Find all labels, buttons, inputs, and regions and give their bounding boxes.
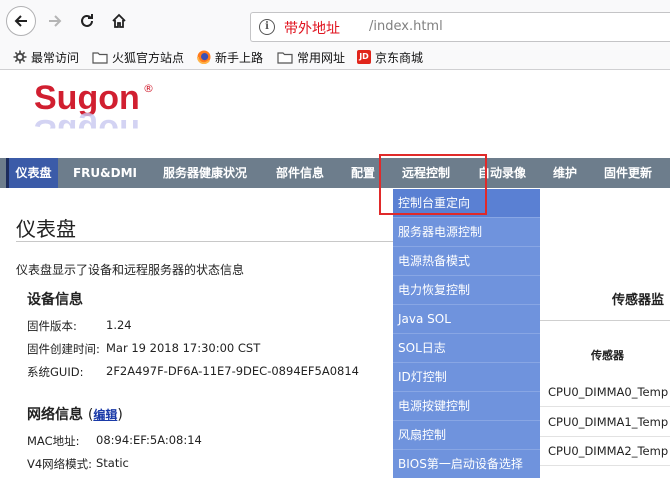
sensor-row[interactable]: CPU0_DIMMA2_Temp: [548, 444, 668, 458]
row-divider: [540, 406, 670, 407]
browser-toolbar: i 带外地址 /index.html: [0, 0, 670, 44]
bookmark-common-sites[interactable]: 常用网址: [277, 48, 345, 66]
mac-address-label: MAC地址:: [27, 434, 80, 448]
arrow-right-icon: [49, 15, 62, 27]
dropdown-id-light-control[interactable]: ID灯控制: [393, 363, 540, 392]
menu-config[interactable]: 配置: [342, 158, 384, 188]
title-divider: [16, 241, 393, 242]
menu-component-info[interactable]: 部件信息: [266, 158, 334, 188]
menu-remote-control[interactable]: 远程控制: [392, 158, 460, 188]
forward-button[interactable]: [40, 6, 70, 36]
menu-auto-record[interactable]: 自动录像: [468, 158, 536, 188]
row-divider: [540, 465, 670, 466]
system-guid-label: 系统GUID:: [27, 365, 84, 379]
menu-dashboard[interactable]: 仪表盘: [6, 158, 58, 188]
folder-icon: [92, 51, 108, 64]
menu-firmware-update[interactable]: 固件更新: [594, 158, 662, 188]
firmware-build-time-value: Mar 19 2018 17:30:00 CST: [106, 341, 261, 355]
dropdown-java-sol[interactable]: Java SOL: [393, 305, 540, 334]
firefox-icon: [197, 50, 211, 64]
firmware-build-time-label: 固件创建时间:: [27, 342, 100, 356]
back-button[interactable]: [6, 6, 36, 36]
bookmark-label: 常用网址: [297, 50, 346, 65]
dropdown-bios-boot-device[interactable]: BIOS第一启动设备选择: [393, 450, 540, 478]
bookmark-firefox-site[interactable]: 火狐官方站点: [92, 48, 184, 66]
bookmark-label: 火狐官方站点: [112, 50, 185, 65]
registered-mark: ®: [143, 82, 154, 95]
bookmarks-bar: 最常访问 火狐官方站点 新手上路 常用网址 JD 京东商城: [0, 44, 670, 70]
bookmark-label: 京东商城: [375, 50, 424, 65]
jd-icon: JD: [357, 50, 371, 64]
system-guid-value: 2F2A497F-DF6A-11E7-9DEC-0894EF5A0814: [106, 364, 359, 378]
page-header: Sugon ® Sugon: [0, 70, 670, 158]
sensor-column-header: 传感器: [591, 349, 624, 362]
dropdown-power-button-control[interactable]: 电源按键控制: [393, 392, 540, 421]
network-info-label: 网络信息: [27, 407, 83, 423]
menu-fru-dmi[interactable]: FRU&DMI: [66, 158, 144, 188]
dropdown-server-power-control[interactable]: 服务器电源控制: [393, 218, 540, 247]
page-description: 仪表盘显示了设备和远程服务器的状态信息: [16, 263, 245, 277]
menu-server-health[interactable]: 服务器健康状况: [152, 158, 258, 188]
url-host: 带外地址: [284, 21, 340, 37]
v4-network-mode-label: V4网络模式:: [27, 457, 93, 471]
firmware-version-value: 1.24: [106, 318, 132, 332]
main-menu: 仪表盘 FRU&DMI 服务器健康状况 部件信息 配置 远程控制 自动录像 维护…: [0, 158, 670, 188]
edit-network-link[interactable]: 编辑: [93, 408, 117, 422]
arrow-left-icon: [14, 15, 27, 27]
v4-network-mode-value: Static: [96, 456, 129, 470]
bookmark-label: 最常访问: [31, 50, 80, 65]
dropdown-power-restore-control[interactable]: 电力恢复控制: [393, 276, 540, 305]
page-title: 仪表盘: [16, 217, 76, 241]
sensor-row[interactable]: CPU0_DIMMA1_Temp: [548, 415, 668, 429]
folder-icon: [277, 51, 293, 64]
mac-address-value: 08:94:EF:5A:08:14: [96, 433, 202, 447]
network-info-title: 网络信息 (编辑): [27, 407, 123, 423]
bookmark-getting-started[interactable]: 新手上路: [197, 48, 263, 66]
gear-icon: [13, 50, 27, 64]
firmware-version-label: 固件版本:: [27, 319, 77, 333]
reload-icon: [81, 14, 93, 27]
sensor-divider: [540, 320, 670, 321]
row-divider: [540, 436, 670, 437]
url-bar[interactable]: i 带外地址 /index.html: [250, 12, 670, 42]
bookmark-label: 新手上路: [215, 50, 264, 65]
dropdown-fan-control[interactable]: 风扇控制: [393, 421, 540, 450]
dropdown-sol-log[interactable]: SOL日志: [393, 334, 540, 363]
dropdown-power-standby-mode[interactable]: 电源热备模式: [393, 247, 540, 276]
bookmark-jd[interactable]: JD 京东商城: [357, 48, 423, 66]
dropdown-console-redirect[interactable]: 控制台重定向: [393, 189, 540, 218]
url-path: /index.html: [369, 19, 443, 34]
sensor-panel-title: 传感器监: [612, 293, 665, 308]
home-button[interactable]: [104, 6, 134, 36]
sensor-row[interactable]: CPU0_DIMMA0_Temp: [548, 385, 668, 399]
home-icon: [112, 13, 126, 28]
logo-reflection: Sugon: [34, 112, 140, 150]
remote-control-dropdown: 控制台重定向 服务器电源控制 电源热备模式 电力恢复控制 Java SOL SO…: [393, 189, 540, 478]
reload-button[interactable]: [72, 6, 102, 36]
bookmark-most-visited[interactable]: 最常访问: [13, 48, 79, 66]
menu-maintenance[interactable]: 维护: [544, 158, 586, 188]
device-info-title: 设备信息: [27, 292, 83, 308]
sensor-panel: 传感器监 传感器 CPU0_DIMMA0_Temp CPU0_DIMMA1_Te…: [540, 188, 670, 478]
info-icon[interactable]: i: [259, 19, 275, 35]
